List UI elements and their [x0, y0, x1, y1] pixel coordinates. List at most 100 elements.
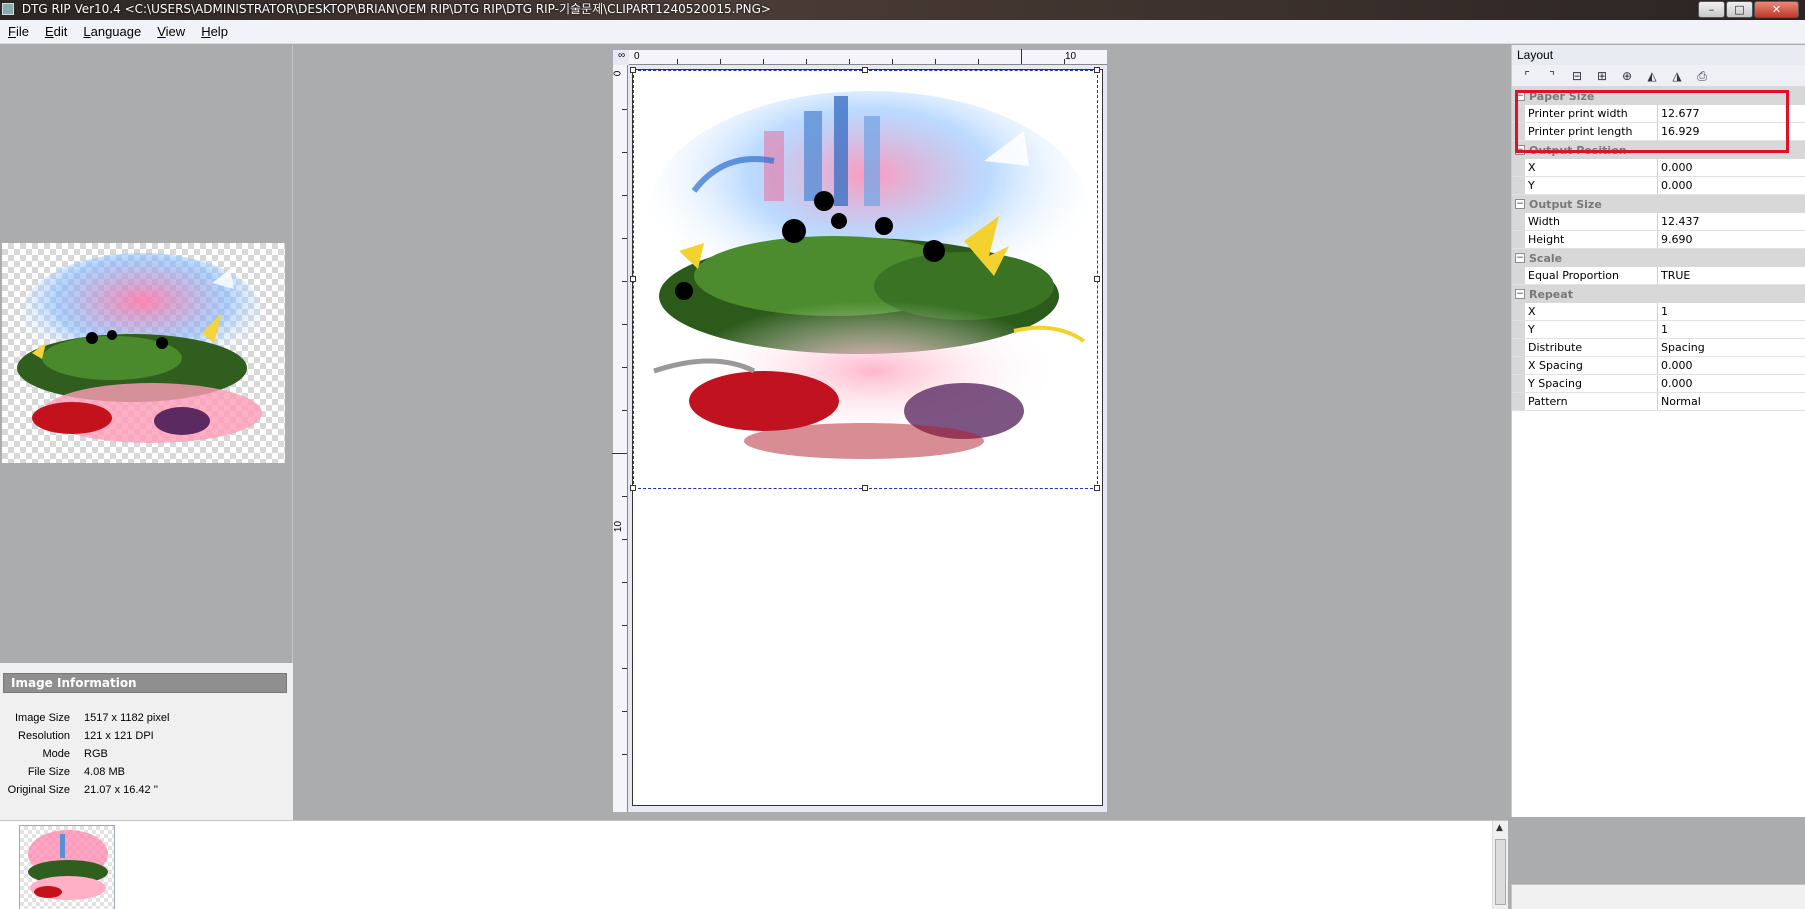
resize-handle-top[interactable] [862, 67, 868, 73]
prop-printer-print-length[interactable]: Printer print length 16.929 [1512, 123, 1805, 141]
scrollbar-thumb[interactable] [1495, 839, 1506, 905]
maximize-button[interactable]: □ [1726, 1, 1753, 18]
prop-y-spacing[interactable]: Y Spacing 0.000 [1512, 375, 1805, 393]
center-horizontal-icon[interactable]: ⊟ [1566, 67, 1588, 85]
collapse-icon[interactable]: − [1515, 91, 1525, 101]
prop-value[interactable]: 0.000 [1658, 159, 1693, 176]
ruler-tick [978, 59, 979, 64]
prop-label: X Spacing [1525, 357, 1658, 374]
menu-view-accel: V [157, 24, 166, 39]
prop-label: X [1525, 303, 1658, 320]
info-value: 1517 x 1182 pixel [84, 712, 170, 724]
flip-horizontal-icon[interactable]: ◭ [1641, 67, 1663, 85]
info-label: Original Size [7, 784, 70, 796]
thumbnail-scrollbar[interactable]: ▲ [1492, 821, 1508, 909]
collapse-icon[interactable]: − [1515, 199, 1525, 209]
prop-value[interactable]: 12.437 [1658, 213, 1700, 230]
prop-position-y[interactable]: Y 0.000 [1512, 177, 1805, 195]
info-row-mode: Mode RGB [0, 745, 290, 763]
category-repeat[interactable]: − Repeat [1512, 285, 1805, 303]
align-top-right-icon[interactable]: ⌝ [1541, 67, 1563, 85]
prop-value[interactable]: 0.000 [1658, 177, 1693, 194]
prop-gutter [1512, 159, 1525, 176]
ruler-tick [622, 109, 627, 110]
resize-handle-bottom-right[interactable] [1094, 485, 1100, 491]
prop-gutter [1512, 393, 1525, 410]
category-label: Paper Size [1529, 89, 1595, 103]
ruler-tick [622, 324, 627, 325]
prop-value[interactable]: TRUE [1658, 267, 1690, 284]
category-paper-size[interactable]: − Paper Size [1512, 87, 1805, 105]
menu-language[interactable]: Language [83, 24, 141, 39]
menu-view[interactable]: View [157, 24, 185, 39]
resize-handle-left[interactable] [630, 276, 636, 282]
minimize-button[interactable]: – [1698, 1, 1725, 18]
center-both-icon[interactable]: ⊕ [1616, 67, 1638, 85]
menu-help[interactable]: Help [201, 24, 228, 39]
center-vertical-icon[interactable]: ⊞ [1591, 67, 1613, 85]
menu-edit[interactable]: Edit [45, 24, 67, 39]
info-value: 4.08 MB [84, 766, 125, 778]
prop-value[interactable]: 1 [1658, 303, 1668, 320]
resize-handle-bottom[interactable] [862, 485, 868, 491]
canvas-area[interactable]: ∞ 0 10 0 10 [296, 45, 1506, 817]
prop-position-x[interactable]: X 0.000 [1512, 159, 1805, 177]
prop-gutter [1512, 231, 1525, 248]
prop-value[interactable]: 0.000 [1658, 357, 1693, 374]
ruler-tick [622, 152, 627, 153]
prop-repeat-y[interactable]: Y 1 [1512, 321, 1805, 339]
print-icon[interactable]: ⎙ [1691, 67, 1713, 85]
horizontal-ruler[interactable]: ∞ 0 10 [618, 49, 1107, 65]
prop-value[interactable]: 9.690 [1658, 231, 1693, 248]
menu-file[interactable]: File [8, 24, 29, 39]
prop-printer-print-width[interactable]: Printer print width 12.677 [1512, 105, 1805, 123]
prop-x-spacing[interactable]: X Spacing 0.000 [1512, 357, 1805, 375]
collapse-icon[interactable]: − [1515, 289, 1525, 299]
prop-gutter [1512, 213, 1525, 230]
prop-value[interactable]: Normal [1658, 393, 1701, 410]
prop-repeat-x[interactable]: X 1 [1512, 303, 1805, 321]
info-row-image-size: Image Size 1517 x 1182 pixel [0, 709, 290, 727]
info-label: Mode [42, 748, 70, 760]
ruler-tick [612, 453, 627, 454]
category-scale[interactable]: − Scale [1512, 249, 1805, 267]
prop-value[interactable]: 1 [1658, 321, 1668, 338]
mirror-icon[interactable]: ◮ [1666, 67, 1688, 85]
ruler-tick [622, 711, 627, 712]
menu-file-label: ile [15, 24, 29, 39]
prop-value[interactable]: Spacing [1658, 339, 1705, 356]
prop-value[interactable]: 16.929 [1658, 123, 1700, 140]
category-output-position[interactable]: − Output Position [1512, 141, 1805, 159]
collapse-icon[interactable]: − [1515, 253, 1525, 263]
resize-handle-right[interactable] [1094, 276, 1100, 282]
resize-handle-top-left[interactable] [630, 67, 636, 73]
menu-help-accel: H [201, 24, 211, 39]
info-value: 21.07 x 16.42 '' [84, 784, 158, 796]
prop-output-height[interactable]: Height 9.690 [1512, 231, 1805, 249]
ruler-tick [622, 496, 627, 497]
vertical-ruler[interactable]: 0 10 [612, 65, 628, 812]
align-top-left-icon[interactable]: ⌜ [1516, 67, 1538, 85]
prop-output-width[interactable]: Width 12.437 [1512, 213, 1805, 231]
print-image-selection[interactable] [633, 70, 1098, 489]
resize-handle-top-right[interactable] [1094, 67, 1100, 73]
prop-pattern[interactable]: Pattern Normal [1512, 393, 1805, 411]
prop-value[interactable]: 0.000 [1658, 375, 1693, 392]
prop-distribute[interactable]: Distribute Spacing [1512, 339, 1805, 357]
info-row-file-size: File Size 4.08 MB [0, 763, 290, 781]
prop-label: Y [1525, 177, 1658, 194]
ruler-tick [763, 59, 764, 64]
collapse-icon[interactable]: − [1515, 145, 1525, 155]
prop-gutter [1512, 303, 1525, 320]
category-output-size[interactable]: − Output Size [1512, 195, 1805, 213]
resize-handle-bottom-left[interactable] [630, 485, 636, 491]
prop-value[interactable]: 12.677 [1658, 105, 1700, 122]
image-thumbnail[interactable] [19, 825, 115, 909]
category-label: Output Position [1529, 143, 1627, 157]
prop-label: Height [1525, 231, 1658, 248]
scroll-up-icon[interactable]: ▲ [1496, 823, 1503, 833]
ruler-left-label-10: 10 [613, 520, 625, 533]
close-button[interactable]: ✕ [1754, 1, 1799, 18]
prop-equal-proportion[interactable]: Equal Proportion TRUE [1512, 267, 1805, 285]
ruler-top-label-0: 0 [634, 51, 640, 62]
